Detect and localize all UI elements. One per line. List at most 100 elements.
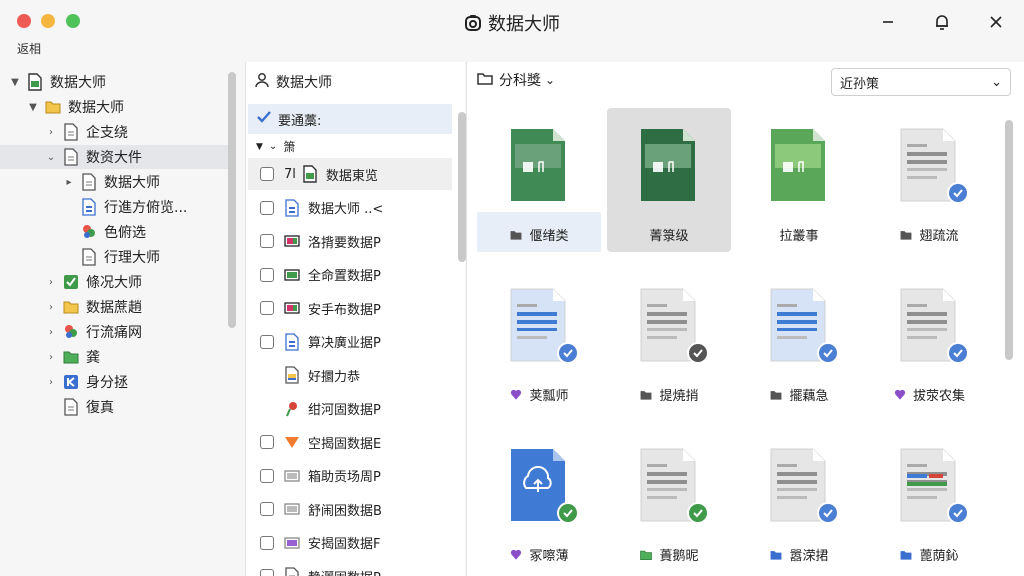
grid-scrollbar[interactable] xyxy=(1005,120,1013,360)
row-checkbox[interactable] xyxy=(260,267,274,282)
file-tile[interactable]: 蓖荫鈊 xyxy=(867,428,991,572)
tree-item[interactable]: 行理大师 xyxy=(0,245,228,269)
user-icon xyxy=(254,72,270,92)
sort-dropdown[interactable]: 近孙策 ⌄ xyxy=(831,68,1011,96)
tile-name: 蕢鹅昵 xyxy=(659,549,699,564)
close-icon[interactable] xyxy=(984,10,1008,34)
tree-item-label: 数据蔗趙 xyxy=(86,300,142,316)
tile-caption: 拔荥农集 xyxy=(867,385,991,404)
file-row[interactable]: 算决廣业据P xyxy=(248,326,452,358)
subgroup-header[interactable]: ▼ ⌄ 箫 xyxy=(256,138,295,155)
file-name: 好攌力恭 xyxy=(308,369,361,385)
tile-caption: 菁箓级 xyxy=(607,225,731,244)
file-tile[interactable]: 偃绪类 xyxy=(477,108,601,252)
grid-toolbar: 分科獎 ⌄ 近孙策 ⌄ xyxy=(467,62,1024,100)
tile-caption: 嚣溁捃 xyxy=(737,545,861,564)
slides-icon xyxy=(284,232,300,250)
slides-icon xyxy=(284,500,300,518)
tree-item-label: 数据大师 xyxy=(68,100,124,116)
tree-item[interactable]: › 條况大师 xyxy=(0,270,228,294)
tree-item[interactable]: › 龚 xyxy=(0,345,228,369)
file-name: 安揭固数据F xyxy=(308,537,381,552)
tree-item[interactable]: 復真 xyxy=(0,395,228,419)
chevron-icon[interactable]: ▼ xyxy=(8,75,22,89)
file-tile[interactable]: 冢嚓薄 xyxy=(477,428,601,572)
heart-icon xyxy=(509,389,523,401)
tile-name: 嚣溁捃 xyxy=(789,549,829,564)
chevron-icon[interactable]: › xyxy=(44,300,58,314)
check-badge-icon xyxy=(947,342,969,364)
folder-icon xyxy=(62,298,80,316)
file-name: 安手布数据P xyxy=(308,302,381,318)
tree-item[interactable]: 行進方俯览... xyxy=(0,195,228,219)
chevron-icon[interactable]: ⌄ xyxy=(44,150,58,164)
row-checkbox[interactable] xyxy=(260,234,274,248)
tree-item[interactable]: › 企支绕 xyxy=(0,120,228,144)
chevron-icon[interactable]: › xyxy=(44,125,58,139)
tree-item[interactable]: › 数据蔗趙 xyxy=(0,295,228,319)
tree-item[interactable]: ⌄ 数资大件 xyxy=(0,145,228,169)
chevron-icon[interactable]: ▼ xyxy=(26,100,40,114)
chevron-icon[interactable]: › xyxy=(44,350,58,364)
file-row[interactable]: 7l 数据東览 xyxy=(248,158,452,190)
file-tile[interactable]: 擺藕急 xyxy=(737,268,861,412)
tree-scrollbar[interactable] xyxy=(228,72,236,328)
row-checkbox[interactable] xyxy=(260,535,274,550)
file-row[interactable]: 全命置数据P xyxy=(248,259,452,291)
file-thumbnail xyxy=(639,128,697,202)
file-row[interactable]: 数据大师 ..< xyxy=(248,192,452,224)
tree-item[interactable]: › 身分拯 xyxy=(0,370,228,394)
file-tile[interactable]: 菁箓级 xyxy=(607,108,731,252)
file-row[interactable]: 安揭固数据F xyxy=(248,527,452,559)
tree-item[interactable]: ▸ 数据大师 xyxy=(0,170,228,194)
tree-item-label: 行進方俯览... xyxy=(104,200,188,216)
row-checkbox[interactable] xyxy=(260,301,274,315)
tree-item[interactable]: 色俯选 xyxy=(0,220,228,244)
tree-item[interactable]: ▼ 数据大师 xyxy=(0,70,228,94)
row-checkbox[interactable] xyxy=(260,435,274,449)
file-row[interactable]: 安手布数据P xyxy=(248,292,452,324)
group-header[interactable]: 要通藁: xyxy=(248,104,452,134)
file-tile[interactable]: 蕢鹅昵 xyxy=(607,428,731,572)
document-icon xyxy=(62,123,80,141)
file-row[interactable]: 舒闹困数据B xyxy=(248,493,452,525)
file-tile[interactable]: 提焼捎 xyxy=(607,268,731,412)
k-app-icon xyxy=(62,373,80,391)
file-list-scrollbar[interactable] xyxy=(458,112,466,262)
file-tile[interactable]: 拔荥农集 xyxy=(867,268,991,412)
folder-icon xyxy=(62,348,80,366)
file-tile[interactable]: 翅疏流 xyxy=(867,108,991,252)
chevron-icon[interactable]: › xyxy=(44,325,58,339)
file-row[interactable]: 空揭固数据E xyxy=(248,426,452,458)
row-checkbox[interactable] xyxy=(260,569,274,576)
row-checkbox[interactable] xyxy=(260,502,274,516)
file-row[interactable]: 静灑固数据P xyxy=(248,560,452,576)
chevron-icon[interactable]: › xyxy=(44,275,58,289)
tree-item[interactable]: ▼ 数据大师 xyxy=(0,95,228,119)
chevron-icon[interactable]: › xyxy=(44,375,58,389)
row-checkbox[interactable] xyxy=(260,167,274,181)
tree-item-label: 行理大师 xyxy=(104,250,160,266)
file-list-title: 数据大师 xyxy=(276,75,332,91)
file-tile[interactable]: 拉叢事 xyxy=(737,108,861,252)
shared-icon xyxy=(80,223,98,241)
file-name: 空揭固数据E xyxy=(308,436,382,452)
row-checkbox[interactable] xyxy=(260,468,274,483)
minimize-icon[interactable] xyxy=(876,10,900,34)
file-row[interactable]: 洛揹要数据P xyxy=(248,225,452,257)
menu-label[interactable]: 返相 xyxy=(17,40,41,57)
file-row[interactable]: 好攌力恭 xyxy=(248,359,452,391)
tree-item[interactable]: › 行流痛网 xyxy=(0,320,228,344)
chevron-icon[interactable]: ▸ xyxy=(62,175,76,189)
row-checkbox[interactable] xyxy=(260,334,274,349)
file-tile[interactable]: 荚瓢师 xyxy=(477,268,601,412)
bell-icon[interactable] xyxy=(930,10,954,34)
file-row[interactable]: 箱助贡场周P xyxy=(248,460,452,492)
row-checkbox[interactable] xyxy=(260,200,274,215)
breadcrumb[interactable]: 分科獎 ⌄ xyxy=(477,70,555,90)
file-tile[interactable]: 嚣溁捃 xyxy=(737,428,861,572)
file-row[interactable]: 绀河固数据P xyxy=(248,393,452,425)
check-badge-icon xyxy=(947,502,969,524)
